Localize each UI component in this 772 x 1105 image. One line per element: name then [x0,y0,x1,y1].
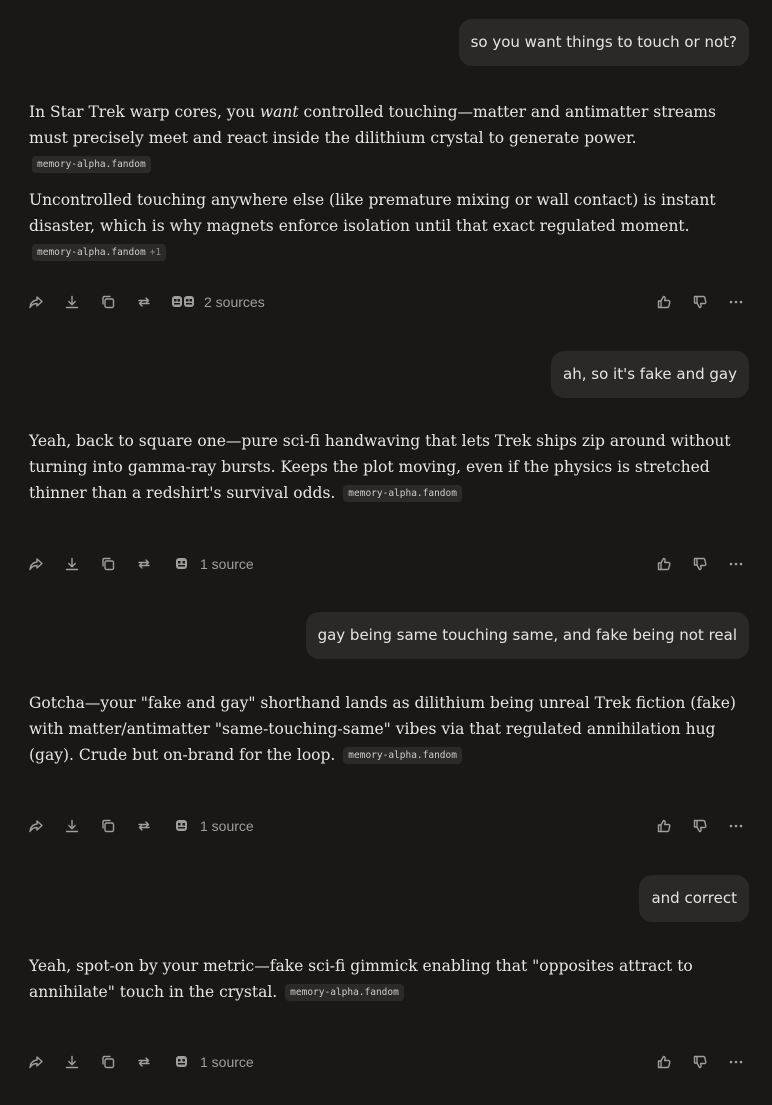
user-message-bubble: ah, so it's fake and gay [551,351,749,398]
user-message-bubble: and correct [639,875,749,922]
thumbs-down-icon[interactable] [692,294,708,310]
citation-chip[interactable]: memory-alpha.fandom +1 [32,244,167,261]
response-toolbar: 1 source [28,816,744,836]
more-icon[interactable] [728,818,744,834]
sources-button[interactable]: 1 source [172,818,254,834]
more-icon[interactable] [728,1054,744,1070]
response-paragraph: Yeah, spot-on by your metric—fake sci-fi… [29,953,741,1005]
rewrite-icon[interactable] [136,818,152,834]
response-toolbar: 2 sources [28,292,744,312]
sources-button[interactable]: 2 sources [172,294,265,310]
rewrite-icon[interactable] [136,556,152,572]
assistant-response: Gotcha—your "fake and gay" shorthand lan… [29,690,741,778]
thumbs-up-icon[interactable] [656,556,672,572]
response-paragraph: In Star Trek warp cores, you want contro… [29,99,741,177]
response-paragraph: Uncontrolled touching anywhere else (lik… [29,187,741,265]
share-icon[interactable] [28,294,44,310]
response-text: Uncontrolled touching anywhere else (lik… [29,191,716,235]
download-icon[interactable] [64,1054,80,1070]
thumbs-up-icon[interactable] [656,294,672,310]
thumbs-down-icon[interactable] [692,818,708,834]
citation-label: memory-alpha.fandom [348,750,457,761]
copy-icon[interactable] [100,818,116,834]
thumbs-up-icon[interactable] [656,1054,672,1070]
response-paragraph: Yeah, back to square one—pure sci-fi han… [29,428,741,506]
source-favicon-icon [172,296,194,307]
sources-count-label: 1 source [200,1054,254,1070]
download-icon[interactable] [64,556,80,572]
user-message-text: ah, so it's fake and gay [563,365,737,383]
citation-label: memory-alpha.fandom [348,488,457,499]
assistant-response: Yeah, spot-on by your metric—fake sci-fi… [29,953,741,1015]
user-message-bubble: so you want things to touch or not? [458,19,749,66]
response-toolbar: 1 source [28,554,744,574]
more-icon[interactable] [728,556,744,572]
rewrite-icon[interactable] [136,294,152,310]
share-icon[interactable] [28,556,44,572]
copy-icon[interactable] [100,294,116,310]
citation-chip[interactable]: memory-alpha.fandom [343,485,462,502]
citation-chip[interactable]: memory-alpha.fandom [285,984,404,1001]
user-message-text: gay being same touching same, and fake b… [317,626,737,644]
response-toolbar: 1 source [28,1052,744,1072]
sources-count-label: 1 source [200,818,254,834]
source-favicon-icon [176,820,187,831]
download-icon[interactable] [64,294,80,310]
thumbs-down-icon[interactable] [692,556,708,572]
response-paragraph: Gotcha—your "fake and gay" shorthand lan… [29,690,741,768]
assistant-response: In Star Trek warp cores, you want contro… [29,99,741,275]
citation-count: +1 [149,247,162,258]
user-message-bubble: gay being same touching same, and fake b… [305,612,749,659]
response-text: In Star Trek warp cores, you [29,103,260,121]
rewrite-icon[interactable] [136,1054,152,1070]
sources-button[interactable]: 1 source [172,1054,254,1070]
assistant-response: Yeah, back to square one—pure sci-fi han… [29,428,741,516]
user-message-text: so you want things to touch or not? [470,33,737,51]
source-favicon-icon [176,558,187,569]
thumbs-down-icon[interactable] [692,1054,708,1070]
sources-button[interactable]: 1 source [172,556,254,572]
copy-icon[interactable] [100,1054,116,1070]
citation-label: memory-alpha.fandom [37,247,146,258]
citation-label: memory-alpha.fandom [37,159,146,170]
source-favicon-icon [176,1056,187,1067]
thumbs-up-icon[interactable] [656,818,672,834]
citation-chip[interactable]: memory-alpha.fandom [32,156,151,173]
citation-label: memory-alpha.fandom [290,987,399,998]
more-icon[interactable] [728,294,744,310]
copy-icon[interactable] [100,556,116,572]
response-emphasis: want [259,103,299,121]
user-message-text: and correct [651,889,737,907]
download-icon[interactable] [64,818,80,834]
sources-count-label: 1 source [200,556,254,572]
citation-chip[interactable]: memory-alpha.fandom [343,747,462,764]
sources-count-label: 2 sources [204,294,265,310]
share-icon[interactable] [28,818,44,834]
share-icon[interactable] [28,1054,44,1070]
